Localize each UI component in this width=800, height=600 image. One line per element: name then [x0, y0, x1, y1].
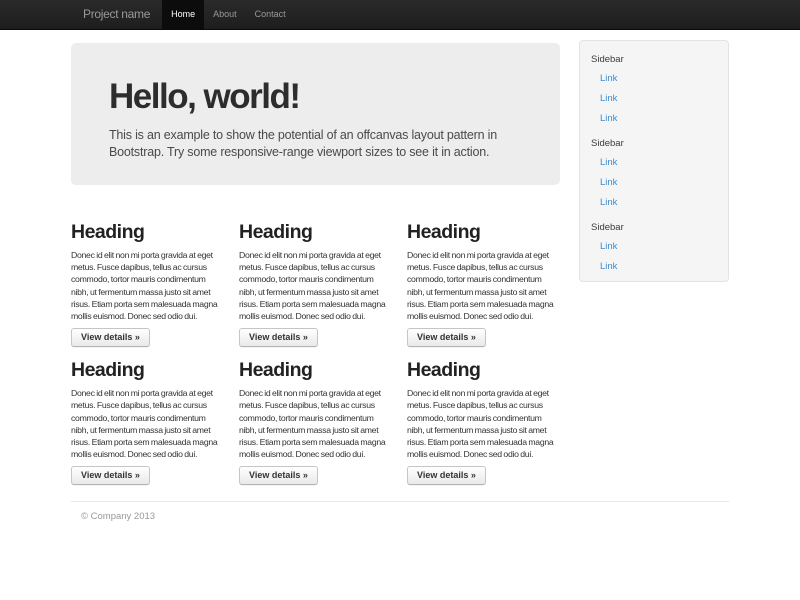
- navbar: Project name Home About Contact: [0, 0, 800, 30]
- card-body: Donec id elit non mi porta gravida at eg…: [239, 387, 392, 460]
- card-body: Donec id elit non mi porta gravida at eg…: [239, 249, 392, 322]
- sidebar-link[interactable]: Link: [580, 173, 722, 193]
- card-body: Donec id elit non mi porta gravida at eg…: [407, 249, 560, 322]
- sidebar-group: Sidebar Link Link Link: [580, 53, 722, 129]
- cards-grid: Heading Donec id elit non mi porta gravi…: [71, 222, 560, 485]
- sidebar-link[interactable]: Link: [580, 193, 722, 213]
- navbar-menu: Home About Contact: [162, 0, 295, 29]
- card-heading: Heading: [71, 360, 223, 380]
- nav-link-home[interactable]: Home: [162, 0, 204, 29]
- sidebar-link[interactable]: Link: [580, 257, 722, 277]
- page-title: Hello, world!: [109, 77, 522, 116]
- sidebar-link[interactable]: Link: [580, 69, 722, 89]
- card-heading: Heading: [407, 222, 559, 242]
- sidebar-column: Sidebar Link Link Link Sidebar Link Link…: [579, 30, 729, 282]
- feature-card: Heading Donec id elit non mi porta gravi…: [71, 222, 223, 347]
- view-details-button[interactable]: View details »: [71, 328, 150, 347]
- sidebar-header: Sidebar: [580, 221, 722, 234]
- nav-item-about[interactable]: About: [204, 0, 246, 29]
- sidebar-link[interactable]: Link: [580, 153, 722, 173]
- nav-item-home[interactable]: Home: [162, 0, 204, 29]
- jumbotron: Hello, world! This is an example to show…: [71, 43, 560, 185]
- sidebar-link[interactable]: Link: [580, 89, 722, 109]
- feature-card: Heading Donec id elit non mi porta gravi…: [239, 222, 391, 347]
- sidebar-group: Sidebar Link Link: [580, 221, 722, 277]
- card-body: Donec id elit non mi porta gravida at eg…: [71, 387, 224, 460]
- card-heading: Heading: [407, 360, 559, 380]
- view-details-button[interactable]: View details »: [239, 328, 318, 347]
- nav-link-about[interactable]: About: [204, 0, 246, 29]
- nav-link-contact[interactable]: Contact: [246, 0, 295, 29]
- card-body: Donec id elit non mi porta gravida at eg…: [71, 249, 224, 322]
- copyright-text: © Company 2013: [71, 511, 729, 522]
- feature-card: Heading Donec id elit non mi porta gravi…: [239, 360, 391, 485]
- navbar-container: Project name Home About Contact: [71, 0, 729, 29]
- feature-card: Heading Donec id elit non mi porta gravi…: [407, 360, 559, 485]
- feature-card: Heading Donec id elit non mi porta gravi…: [407, 222, 559, 347]
- view-details-button[interactable]: View details »: [239, 466, 318, 485]
- main-column: Hello, world! This is an example to show…: [71, 30, 560, 485]
- navbar-brand[interactable]: Project name: [71, 0, 162, 29]
- footer-divider: [71, 501, 729, 502]
- card-heading: Heading: [71, 222, 223, 242]
- sidebar-header: Sidebar: [580, 53, 722, 66]
- jumbotron-text: This is an example to show the potential…: [109, 127, 522, 161]
- sidebar-link[interactable]: Link: [580, 109, 722, 129]
- content-row: Hello, world! This is an example to show…: [71, 30, 729, 485]
- feature-card: Heading Donec id elit non mi porta gravi…: [71, 360, 223, 485]
- sidebar-group: Sidebar Link Link Link: [580, 137, 722, 213]
- view-details-button[interactable]: View details »: [71, 466, 150, 485]
- card-heading: Heading: [239, 222, 391, 242]
- footer: © Company 2013: [71, 501, 729, 522]
- page-container: Hello, world! This is an example to show…: [71, 30, 729, 522]
- view-details-button[interactable]: View details »: [407, 466, 486, 485]
- nav-item-contact[interactable]: Contact: [246, 0, 295, 29]
- sidebar-link[interactable]: Link: [580, 237, 722, 257]
- sidebar-header: Sidebar: [580, 137, 722, 150]
- view-details-button[interactable]: View details »: [407, 328, 486, 347]
- card-heading: Heading: [239, 360, 391, 380]
- card-body: Donec id elit non mi porta gravida at eg…: [407, 387, 560, 460]
- sidebar-well: Sidebar Link Link Link Sidebar Link Link…: [579, 40, 729, 282]
